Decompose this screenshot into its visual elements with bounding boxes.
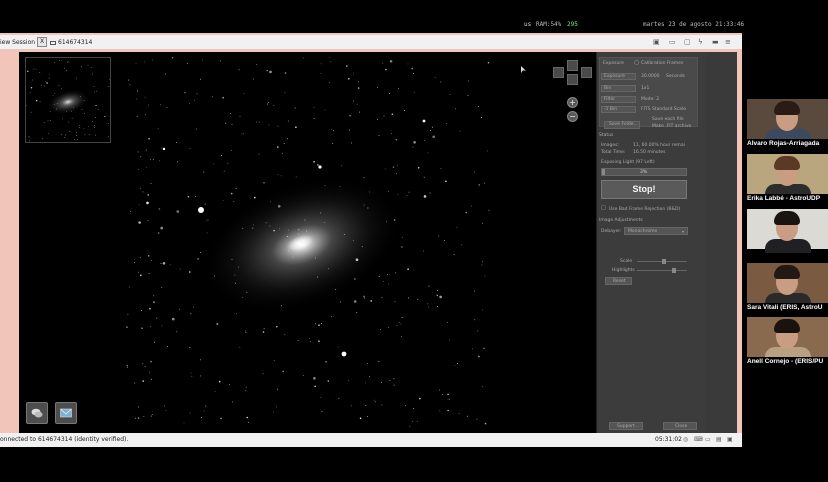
monitor-icon [50,40,56,45]
chat-button[interactable] [26,402,48,424]
total-time-label: Total Time: [601,150,626,155]
save-folder-label: Save Folde... [609,122,638,127]
bin-field-label: Bin [604,86,612,91]
status-heading: Status [599,133,614,138]
screen: us RAM:54% 295 martes 23 de agosto 21:33… [0,0,828,482]
session-timer: 05:31:02 [655,436,682,443]
panel-margin [706,52,737,434]
network-indicator: 295 [567,21,578,28]
ram-usage-indicator: RAM:54% [536,21,562,28]
scale-slider-handle[interactable] [662,259,667,264]
image-adjustments-heading: Image Adjustments [599,218,643,223]
galaxy-image[interactable] [124,57,490,429]
session-tab-bar: iew Session X 614674314 ▣ ▭ ▢ ϟ ▬ ≡ [0,35,742,49]
system-top-bar: us RAM:54% 295 martes 23 de agosto 21:33… [0,0,828,33]
keyboard-status-icon[interactable]: ⌨ [694,436,703,443]
radio-icon: ○ [634,59,640,66]
participant-hair [774,265,800,279]
file-status-icon[interactable]: ▤ [716,436,722,443]
pan-left-button[interactable] [553,67,564,78]
highlights-slider-handle[interactable] [671,268,676,273]
progress-text: 3% [640,170,648,175]
exposure-field-label: Exposure [604,74,625,79]
lock-status-icon[interactable]: ▣ [727,436,733,443]
calibration-frames-radio[interactable]: Calibration Frames [641,61,683,66]
make-archive-checkbox[interactable]: Make .FIT archive [652,124,691,129]
chat-status-icon[interactable]: ◎ [683,436,688,443]
message-button[interactable] [55,402,77,424]
envelope-icon [60,408,72,418]
minimize-icon[interactable]: ▬ [712,39,719,46]
thumbnail-galaxy-image [26,60,110,142]
save-each-file-checkbox[interactable]: Save each file [652,117,684,122]
lightning-icon[interactable]: ϟ [698,39,703,46]
exposure-unit: Seconds [666,74,685,79]
participant-hair [774,319,800,333]
pan-up-button[interactable] [567,60,578,71]
tab-close-button[interactable]: X [37,37,47,47]
participant-name: Alvaro Rojas-Arriagada [747,139,828,149]
bad-frame-checkbox-box[interactable]: □ [601,206,606,211]
participant-tile[interactable] [747,209,828,259]
participant-hair [774,211,800,225]
support-label: Support... [617,424,640,429]
highlights-slider[interactable] [637,268,687,273]
menu-icon[interactable]: ≡ [725,39,731,46]
participant-tile[interactable]: Erika Labbé - AstroUDP [747,154,828,204]
debayer-value: Monochrome [628,229,658,234]
fits-scale-checkbox[interactable]: FITS Standard Scale [641,107,686,112]
scale-label: Scale [620,259,633,264]
participant-name: Sara Vitali (ERIS, AstroU [747,303,828,313]
bad-frame-checkbox[interactable]: Use Bad Frame Rejection (B&D) [609,207,680,212]
keyboard-layout-indicator[interactable]: us [524,21,531,28]
debayer-label: Debayer: [601,229,622,234]
clock: martes 23 de agosto 21:33:46 [643,21,745,28]
tab-view-session[interactable]: iew Session [0,37,35,48]
participant-tile[interactable]: Alvaro Rojas-Arriagada [747,99,828,149]
exposing-label: Exposing Light (97 Left) [601,160,655,165]
bin-select-value: -1 Bin [604,107,618,112]
total-time-value: 16.50 minutes [633,150,666,155]
participant-tile[interactable]: Anell Cornejo - (ERIS/PU [747,317,828,367]
scale-slider[interactable] [637,259,687,264]
participant-tile[interactable]: Sara Vitali (ERIS, AstroU [747,263,828,313]
participant-name [747,249,828,259]
progress-fill [602,169,605,175]
highlights-label: Highlights [612,268,635,273]
participant-hair [774,101,800,115]
participant-name: Erika Labbé - AstroUDP [747,194,828,204]
chat-icon [31,408,43,418]
screenshot-icon[interactable]: ▣ [653,39,660,46]
stop-button[interactable]: Stop! [601,180,687,199]
window-icon[interactable]: ▭ [669,39,676,46]
participant-hair [774,156,800,170]
exposure-value[interactable]: 30.0000 [641,74,660,79]
connection-status: onnected to 614674314 (identity verified… [0,436,129,443]
image-thumbnail[interactable] [25,57,111,143]
display-status-icon[interactable]: ▭ [705,436,711,443]
filter-mode[interactable]: Mode: 2 [641,97,659,102]
galaxy-image-canvas [126,57,490,427]
images-label: Images: [601,143,619,148]
exposure-tab-label[interactable]: Exposure [603,61,624,66]
tab-session[interactable]: 614674314 [50,37,92,48]
close-label: Close [675,424,688,429]
pan-down-button[interactable] [567,74,578,85]
monitor-icon[interactable]: ▢ [684,39,691,46]
pan-right-button[interactable] [581,67,592,78]
filter-field-label: Filter [604,97,616,102]
chevron-down-icon: ▾ [682,229,685,234]
session-id-label: 614674314 [58,39,93,46]
zoom-in-button[interactable]: + [567,97,578,108]
participant-name: Anell Cornejo - (ERIS/PU [747,357,828,367]
remote-status-bar: onnected to 614674314 (identity verified… [0,433,742,447]
images-value: 11, 60.00% hour remai [633,143,685,148]
bin-value[interactable]: 1x1 [641,86,649,91]
reset-label: Reset [613,279,626,284]
zoom-out-button[interactable]: − [567,111,578,122]
